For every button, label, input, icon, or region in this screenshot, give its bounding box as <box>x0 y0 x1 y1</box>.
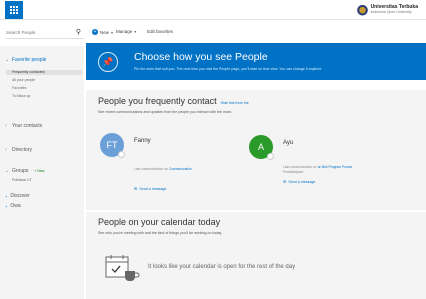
chevron-down-icon: ⌄ <box>5 168 10 174</box>
last-communication: Last communication on ar Ikilo Program P… <box>283 165 352 169</box>
sidebar-item-groups[interactable]: ⌄ Groups + New <box>5 168 44 174</box>
contact-name[interactable]: Ayu <box>283 140 293 146</box>
last-communication-text: Last communication on <box>134 167 168 171</box>
plus-icon: + <box>5 203 8 209</box>
sidebar-item-your-contacts[interactable]: › Your contacts <box>5 123 42 129</box>
chevron-down-icon: ▾ <box>111 29 114 35</box>
calendar-coffee-icon <box>105 255 140 281</box>
chevron-right-icon: › <box>5 123 7 129</box>
sidebar-item-all-your-people[interactable]: All your people <box>12 78 35 82</box>
communication-link[interactable]: ar Ikilo Program Proses <box>318 165 352 169</box>
sidebar-item-label: Discover <box>10 193 30 199</box>
contact-name[interactable]: Fanny <box>134 138 151 144</box>
sidebar-item-frequently-contacted[interactable]: Frequently contacted <box>6 70 82 75</box>
presence-icon <box>118 151 125 158</box>
send-message-button[interactable]: ✉ Send a message <box>283 179 315 184</box>
manage-button[interactable]: Manage ▾ <box>116 29 136 34</box>
new-label: New <box>100 29 110 35</box>
chevron-right-icon: › <box>5 147 7 153</box>
search-box[interactable]: Search People ⚲ <box>6 27 84 39</box>
sidebar-item-label: Directory <box>12 147 33 153</box>
section-title: People you frequently contact Hide this f… <box>98 96 249 106</box>
mail-icon: ✉ <box>283 179 287 184</box>
app-launcher-icon[interactable] <box>5 1 23 19</box>
sidebar-item-discover[interactable]: + Discover <box>5 193 30 199</box>
sidebar-item-group[interactable]: Publikasi UT <box>12 178 32 182</box>
banner-text: Pin the ones that suit you. The next tim… <box>134 67 323 71</box>
manage-label: Manage <box>116 29 133 34</box>
calendar-empty-message: It looks like your calendar is open for … <box>148 264 296 270</box>
chevron-down-icon: ⌄ <box>5 57 10 63</box>
sidebar: ⌄ Favorite people Frequently contacted A… <box>0 46 84 299</box>
hide-section-link[interactable]: Hide this from me <box>221 101 249 105</box>
view-choice-banner: 📌 Choose how you see People Pin the ones… <box>86 43 426 80</box>
command-bar: Search People ⚲ + New ▾ Manage ▾ Edit fa… <box>0 27 426 41</box>
sidebar-item-favorite-people[interactable]: ⌄ Favorite people <box>5 57 46 63</box>
top-bar: Universitas Terbuka Indonesia Open Unive… <box>0 0 426 20</box>
section-title-text: People you frequently contact <box>98 96 217 106</box>
pin-icon[interactable]: 📌 <box>98 52 118 72</box>
plus-icon: + <box>92 29 98 35</box>
frequent-contacts-section: People you frequently contact Hide this f… <box>86 90 426 210</box>
sidebar-item-favorites[interactable]: Favorites <box>12 86 26 90</box>
organization-logo: Universitas Terbuka Indonesia Open Unive… <box>356 4 418 18</box>
sidebar-item-to-follow-up[interactable]: To follow up <box>12 94 30 98</box>
send-message-label: Send a message <box>139 186 167 191</box>
send-message-label: Send a message <box>288 179 316 184</box>
sidebar-item-owa[interactable]: + Owa <box>5 203 21 209</box>
mail-icon: ✉ <box>134 186 138 191</box>
edit-favorites-label: Edit favorites <box>147 29 174 34</box>
search-icon[interactable]: ⚲ <box>76 28 81 36</box>
search-input[interactable]: Search People <box>6 30 36 35</box>
section-description: See recent communications and updates fr… <box>98 110 232 114</box>
last-communication-text: Last communication on <box>283 165 317 169</box>
chevron-down-icon: ▾ <box>134 29 137 34</box>
last-communication-line-2: Pembelajaran <box>283 170 304 174</box>
new-group-link[interactable]: + New <box>34 169 44 173</box>
org-subtitle: Indonesia Open University <box>370 10 412 14</box>
sidebar-item-label: Your contacts <box>12 123 43 129</box>
section-description: See who you're meeting with and the kind… <box>98 231 222 235</box>
communication-link[interactable]: Communication <box>169 167 192 171</box>
sidebar-item-label: Groups <box>12 168 29 174</box>
edit-favorites-button[interactable]: Edit favorites <box>147 29 173 34</box>
send-message-button[interactable]: ✉ Send a message <box>134 186 166 191</box>
new-button[interactable]: + New ▾ <box>92 29 113 35</box>
presence-icon <box>267 153 274 160</box>
sidebar-item-label: Favorite people <box>12 57 47 63</box>
university-seal-icon <box>356 5 368 18</box>
plus-icon: + <box>5 193 8 199</box>
last-communication: Last communication on Communication <box>134 167 192 171</box>
sidebar-item-label: Owa <box>10 203 21 209</box>
sidebar-item-directory[interactable]: › Directory <box>5 147 32 153</box>
banner-title: Choose how you see People <box>134 51 268 63</box>
section-title: People on your calendar today <box>98 217 221 227</box>
